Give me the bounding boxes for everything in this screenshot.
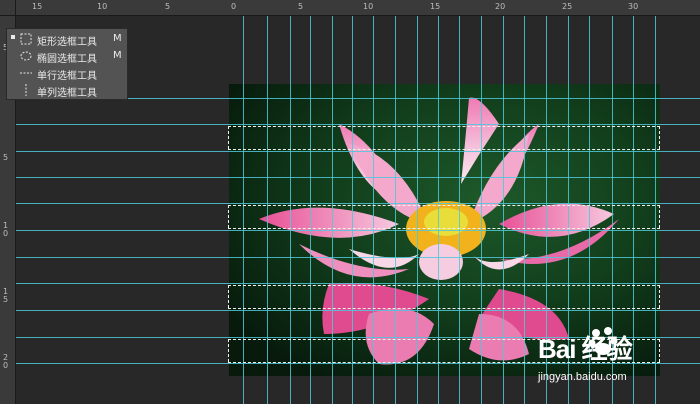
horizontal-guide[interactable]	[16, 230, 700, 231]
single-row-marquee-icon	[20, 72, 32, 74]
menu-item-label: 椭圆选框工具	[37, 54, 97, 65]
vertical-guide[interactable]	[459, 16, 460, 404]
vertical-guide[interactable]	[373, 16, 374, 404]
rect-marquee-icon	[20, 33, 32, 45]
ruler-tick-label: 10	[363, 2, 374, 11]
marquee-selection-edge	[228, 228, 660, 230]
marquee-selection-edge	[659, 285, 661, 308]
marquee-selection-edge	[659, 205, 661, 228]
ellipse-marquee-icon	[20, 51, 32, 61]
menu-item-shortcut: M	[113, 33, 122, 44]
ruler-tick-label: 10	[97, 2, 108, 11]
single-column-marquee-icon	[25, 84, 27, 96]
horizontal-guide[interactable]	[16, 283, 700, 284]
horizontal-guide[interactable]	[16, 151, 700, 152]
ruler-tick-label: 5	[298, 2, 304, 11]
marquee-selection-edge	[228, 205, 660, 207]
ruler-tick-label: 5	[3, 153, 9, 162]
menu-item-single-column-marquee[interactable]: 单列选框工具	[7, 82, 127, 99]
menu-item-rect-marquee[interactable]: 矩形选框工具 M	[7, 31, 127, 48]
menu-item-label: 矩形选框工具	[37, 37, 97, 48]
marquee-selection-edge	[228, 126, 230, 149]
ruler-tick-label: 25	[562, 2, 573, 11]
marquee-selection-edge	[228, 149, 660, 151]
menu-item-label: 单列选框工具	[37, 88, 97, 99]
ruler-tick-label: 15	[32, 2, 43, 11]
ruler-tick-label: 30	[628, 2, 639, 11]
ruler-tick-label: 10	[3, 221, 9, 238]
marquee-selection-edge	[228, 308, 660, 310]
vertical-guide[interactable]	[332, 16, 333, 404]
marquee-selection-edge	[228, 285, 230, 308]
ruler-tick-label: 15	[3, 287, 9, 304]
horizontal-guide[interactable]	[16, 310, 700, 311]
horizontal-guide[interactable]	[16, 177, 700, 178]
menu-item-single-row-marquee[interactable]: 单行选框工具	[7, 65, 127, 82]
horizontal-ruler[interactable]: 15 10 5 0 5 10 15 20 25 30	[0, 0, 700, 16]
vertical-guide[interactable]	[524, 16, 525, 404]
vertical-guide[interactable]	[352, 16, 353, 404]
vertical-guide[interactable]	[417, 16, 418, 404]
horizontal-guide[interactable]	[16, 203, 700, 204]
ruler-tick-label: 5	[165, 2, 171, 11]
vertical-guide[interactable]	[290, 16, 291, 404]
watermark-brand: Bai 经验	[538, 334, 633, 364]
vertical-guide[interactable]	[243, 16, 244, 404]
watermark-url: jingyan.baidu.com	[538, 371, 627, 383]
ruler-tick-label: 15	[430, 2, 441, 11]
vertical-guide[interactable]	[438, 16, 439, 404]
ruler-origin[interactable]	[0, 0, 16, 16]
ruler-tick-label: 0	[231, 2, 237, 11]
menu-item-ellipse-marquee[interactable]: 椭圆选框工具 M	[7, 48, 127, 65]
ruler-tick-label: 20	[495, 2, 506, 11]
horizontal-guide[interactable]	[16, 124, 700, 125]
vertical-guide[interactable]	[503, 16, 504, 404]
marquee-selection-edge	[659, 126, 661, 149]
vertical-guide[interactable]	[310, 16, 311, 404]
selected-bullet-icon	[11, 35, 15, 39]
marquee-selection-edge	[228, 339, 230, 362]
baidu-jingyan-watermark: Bai 经验 jingyan.baidu.com	[530, 325, 690, 395]
marquee-tool-flyout: 矩形选框工具 M 椭圆选框工具 M 单行选框工具 单列选框工具	[6, 28, 128, 100]
vertical-guide[interactable]	[267, 16, 268, 404]
menu-item-label: 单行选框工具	[37, 71, 97, 82]
horizontal-guide[interactable]	[16, 257, 700, 258]
marquee-selection-edge	[228, 126, 660, 128]
vertical-guide[interactable]	[395, 16, 396, 404]
menu-item-shortcut: M	[113, 50, 122, 61]
vertical-guide[interactable]	[481, 16, 482, 404]
marquee-selection-edge	[228, 285, 660, 287]
marquee-selection-edge	[228, 205, 230, 228]
ruler-tick-label: 20	[3, 353, 9, 370]
